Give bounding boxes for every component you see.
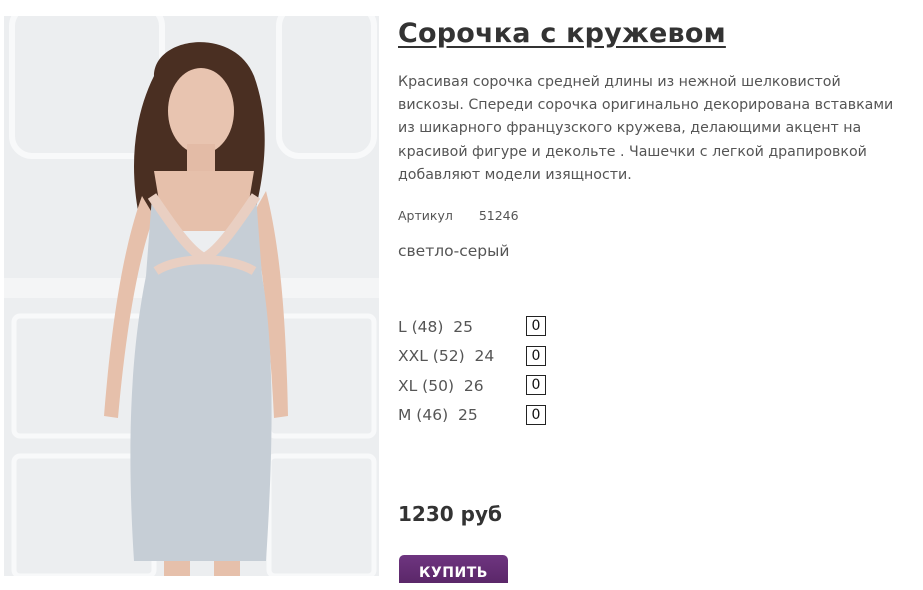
buy-button[interactable]: КУПИТЬ	[399, 555, 508, 583]
product-color: светло-серый	[398, 242, 510, 261]
quantity-input[interactable]	[526, 375, 546, 396]
quantity-input[interactable]	[526, 404, 546, 425]
size-label: XXL (52) 24	[398, 347, 495, 366]
sku-value: 51246	[478, 208, 519, 224]
product-info: Сорочка с кружевом Красивая сорочка сред…	[398, 16, 908, 430]
size-row: XXL (52) 24	[398, 342, 908, 372]
sku-label: Артикул	[398, 208, 453, 224]
product-title: Сорочка с кружевом	[398, 18, 726, 49]
product-price: 1230 руб	[398, 502, 502, 526]
product-photo-illustration	[4, 16, 379, 576]
size-row: L (48) 25	[398, 312, 908, 342]
size-row: XL (50) 26	[398, 371, 908, 401]
quantity-input[interactable]	[526, 345, 546, 366]
sku-line: Артикул 51246	[398, 208, 908, 228]
size-label: M (46) 25	[398, 406, 478, 425]
size-row: M (46) 25	[398, 401, 908, 431]
product-description: Красивая сорочка средней длины из нежной…	[398, 74, 894, 183]
size-list: L (48) 25 XXL (52) 24 XL (50) 26 M (46) …	[398, 312, 908, 430]
quantity-input[interactable]	[526, 316, 546, 337]
product-image	[4, 16, 379, 576]
size-label: XL (50) 26	[398, 376, 484, 395]
size-label: L (48) 25	[398, 317, 473, 336]
